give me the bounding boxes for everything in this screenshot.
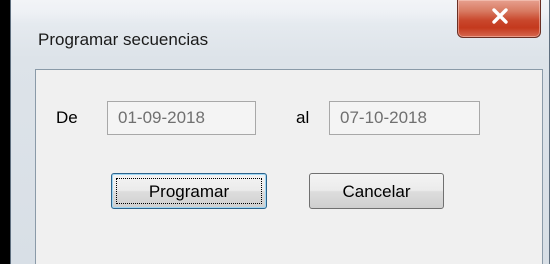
cancel-button-label: Cancelar — [342, 182, 411, 201]
from-date-field[interactable]: 01-09-2018 — [107, 101, 256, 135]
close-icon — [492, 8, 508, 24]
cancel-button[interactable]: Cancelar — [309, 173, 444, 209]
dialog-window: Programar secuencias De 01-09-2018 al 07… — [10, 0, 550, 264]
programar-button[interactable]: Programar — [111, 173, 267, 209]
to-date-field[interactable]: 07-10-2018 — [329, 101, 480, 135]
window-title: Programar secuencias — [38, 30, 209, 49]
programar-button-label: Programar — [148, 182, 230, 201]
to-date-label: al — [296, 108, 310, 127]
screen: Programar secuencias De 01-09-2018 al 07… — [0, 0, 550, 264]
dialog-client-area: De 01-09-2018 al 07-10-2018 Programar Ca… — [35, 69, 543, 264]
from-date-label: De — [56, 108, 78, 127]
close-button[interactable] — [457, 0, 541, 38]
